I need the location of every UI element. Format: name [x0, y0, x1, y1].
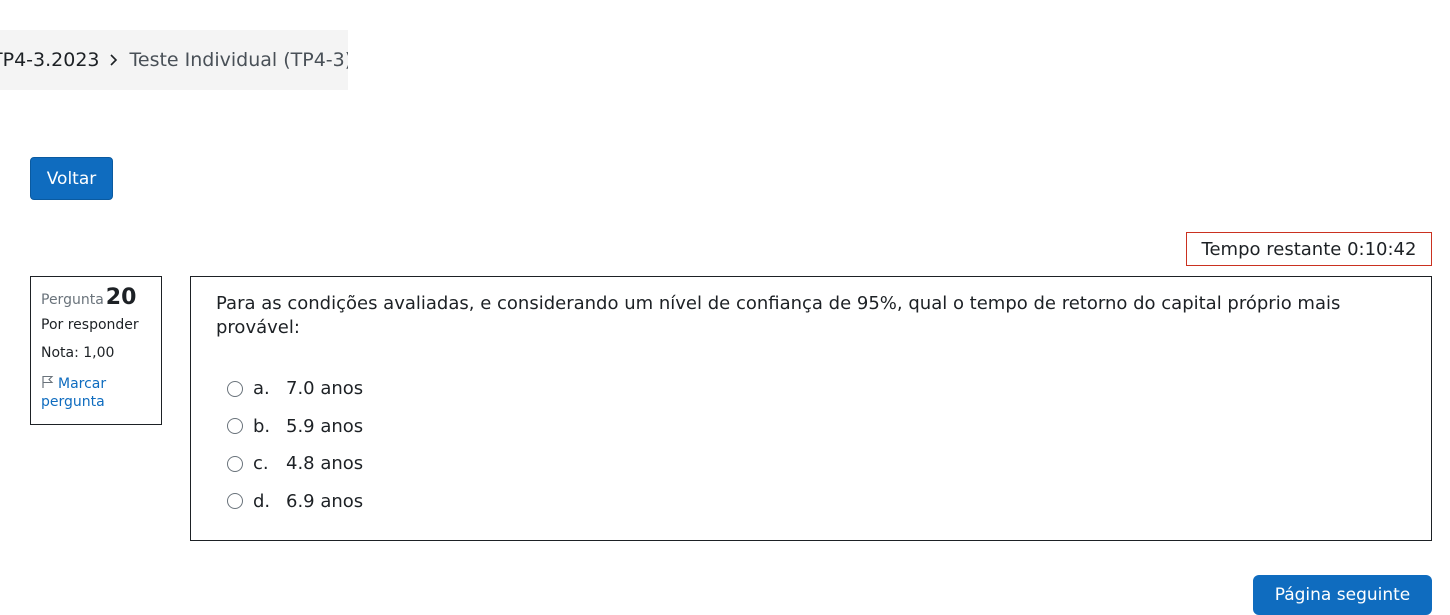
radio-button[interactable] — [227, 418, 243, 435]
question-info-panel: Pergunta 20 Por responder Nota: 1,00 Mar… — [30, 276, 162, 425]
answer-letter: c. — [253, 453, 269, 475]
question-text: Para as condições avaliadas, e considera… — [216, 293, 1341, 338]
question-grade: Nota: 1,00 — [41, 345, 115, 361]
question-number: 20 — [105, 285, 137, 310]
back-button[interactable]: Voltar — [30, 157, 113, 200]
breadcrumb: TP4-3.2023 Teste Individual (TP4-3) — [0, 30, 348, 90]
answer-text: 7.0 anos — [286, 378, 364, 400]
timer: Tempo restante 0:10:42 — [1186, 232, 1432, 266]
answer-text: 5.9 anos — [286, 415, 364, 437]
chevron-right-icon — [106, 50, 124, 70]
answer-option-a[interactable]: a. 7.0 anos — [216, 370, 1406, 408]
flag-question-link[interactable]: Marcar pergunta — [41, 375, 151, 411]
answer-option-d[interactable]: d. 6.9 anos — [216, 483, 1406, 521]
answer-option-c[interactable]: c. 4.8 anos — [216, 445, 1406, 483]
question-number-line: Pergunta 20 — [41, 285, 151, 313]
answer-text: 6.9 anos — [286, 490, 364, 512]
radio-button[interactable] — [227, 380, 243, 397]
answer-list: a. 7.0 anos b. 5.9 anos c. 4.8 anos d. 6… — [216, 370, 1406, 520]
breadcrumb-item-quiz[interactable]: Teste Individual (TP4-3) — [130, 49, 349, 71]
question-panel: Para as condições avaliadas, e considera… — [190, 276, 1432, 541]
timer-value: 0:10:42 — [1347, 238, 1417, 260]
timer-label: Tempo restante — [1201, 238, 1342, 260]
radio-button[interactable] — [227, 493, 243, 510]
breadcrumb-item-course[interactable]: TP4-3.2023 — [0, 49, 100, 71]
question-label: Pergunta — [41, 292, 104, 308]
answer-option-b[interactable]: b. 5.9 anos — [216, 408, 1406, 446]
answer-letter: b. — [253, 415, 271, 437]
flag-icon — [41, 375, 55, 389]
answer-letter: d. — [253, 490, 271, 512]
breadcrumb-list: TP4-3.2023 Teste Individual (TP4-3) — [0, 49, 348, 71]
question-state: Por responder — [41, 317, 139, 333]
radio-button[interactable] — [227, 455, 243, 472]
answer-letter: a. — [253, 378, 270, 400]
next-page-button[interactable]: Página seguinte — [1253, 575, 1432, 615]
answer-text: 4.8 anos — [286, 453, 364, 475]
